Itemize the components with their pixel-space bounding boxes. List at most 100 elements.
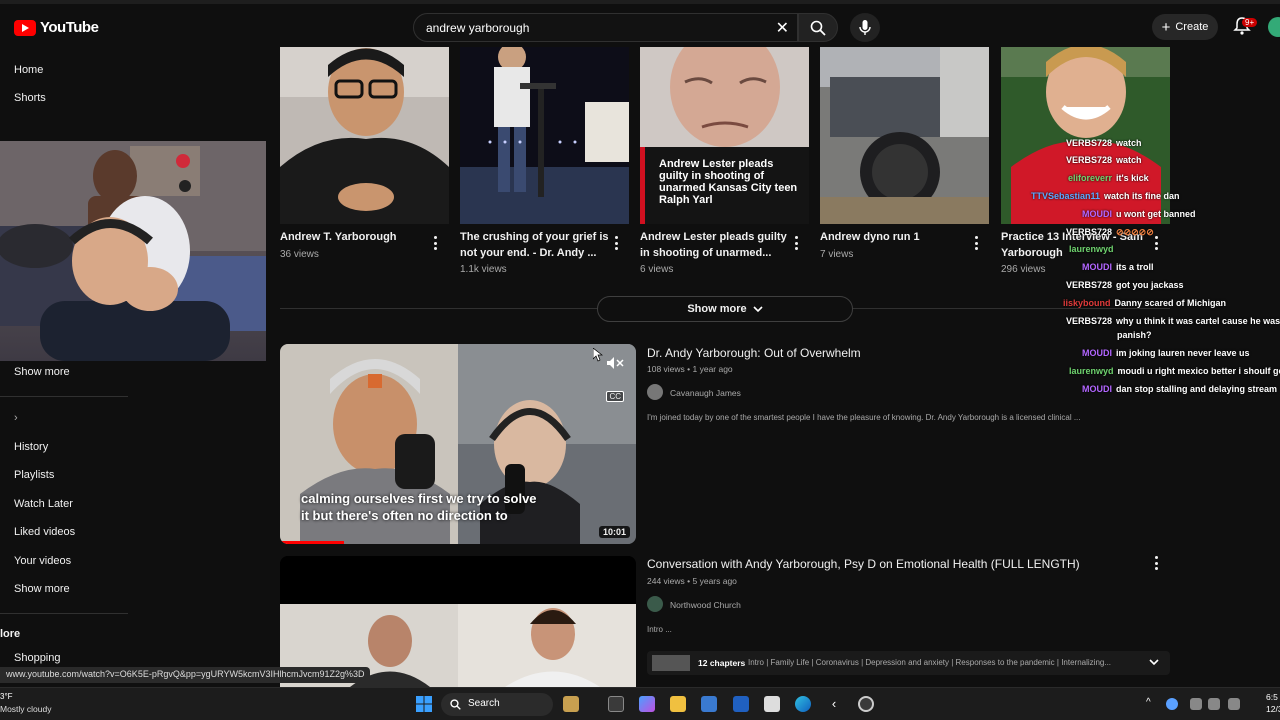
webcam-scene [0, 141, 266, 361]
sidebar-item-shorts[interactable]: Shorts [14, 92, 46, 104]
more-options-icon[interactable] [973, 236, 979, 250]
taskbar-search[interactable]: Search [441, 693, 553, 716]
clear-search-icon[interactable]: ✕ [776, 18, 789, 38]
video-title[interactable]: Conversation with Andy Yarborough, Psy D… [647, 557, 1080, 571]
sidebar-item-home[interactable]: Home [14, 64, 43, 76]
show-more-button[interactable]: Show more [597, 296, 853, 322]
search-button[interactable] [798, 13, 838, 42]
store-icon[interactable] [701, 696, 717, 712]
search-input[interactable]: andrew yarborough [426, 21, 529, 35]
video-thumbnail[interactable]: Andrew Lester pleads guilty in shooting … [640, 27, 809, 224]
chat-message: eliforeverr it's kick [1068, 173, 1149, 183]
chat-username: VERBS728 [1066, 316, 1113, 326]
chevron-up-icon[interactable]: ^ [1146, 697, 1151, 708]
volume-icon[interactable] [1228, 698, 1240, 710]
channel-avatar[interactable] [647, 596, 663, 612]
chat-message: MOUDI im joking lauren never leave us [1082, 348, 1250, 358]
thumbnail-image [820, 47, 989, 224]
wifi-icon[interactable] [1208, 698, 1220, 710]
more-options-icon[interactable] [613, 236, 619, 250]
emote-icons: ⊘⊘⊘⊘⊘ [1116, 227, 1154, 237]
chat-text: watch [1116, 155, 1142, 165]
voice-search-button[interactable] [850, 13, 880, 42]
copilot-icon[interactable] [639, 696, 655, 712]
sidebar-show-more-subscriptions[interactable]: Show more [14, 366, 70, 378]
outlook-icon[interactable] [733, 696, 749, 712]
search-icon [450, 699, 461, 710]
closed-captions-icon[interactable]: CC [606, 391, 624, 402]
more-options-icon[interactable] [1153, 236, 1159, 250]
chapters-bar[interactable]: 12 chapters Intro | Family Life | Corona… [647, 651, 1170, 675]
video-title-line2[interactable]: in shooting of unarmed... [640, 246, 771, 261]
channel-name[interactable]: Cavanaugh James [670, 388, 741, 398]
channel-name[interactable]: Northwood Church [670, 600, 741, 610]
thumbnail-image [280, 47, 449, 224]
weather-temp[interactable]: 3°F [0, 692, 13, 701]
back-icon[interactable]: ‹ [826, 696, 842, 712]
avatar[interactable] [1268, 17, 1280, 37]
sidebar-item-playlists[interactable]: Playlists [14, 469, 54, 481]
masthead: YouTube andrew yarborough ✕ + Create 9+ [0, 0, 1280, 54]
more-options-icon[interactable] [432, 236, 438, 250]
sidebar-item-shopping[interactable]: Shopping [14, 652, 61, 664]
chrome-icon[interactable] [858, 696, 874, 712]
chat-username: TTVSebastian11 [1031, 191, 1101, 201]
task-view-icon[interactable] [608, 696, 624, 712]
sidebar-item-your-videos[interactable]: Your videos [14, 555, 71, 567]
chat-text: im joking lauren never leave us [1116, 348, 1250, 358]
video-title[interactable]: The crushing of your grief is [460, 230, 609, 245]
windows-start-icon[interactable] [416, 696, 432, 712]
thumbnail-image [460, 43, 629, 224]
chat-text: watch its fine dan [1104, 191, 1180, 201]
video-title[interactable]: Dr. Andy Yarborough: Out of Overwhelm [647, 346, 861, 360]
onedrive-icon[interactable] [1166, 698, 1178, 710]
edge-icon[interactable] [795, 696, 811, 712]
video-title-line2[interactable]: not your end. - Dr. Andy ... [460, 246, 597, 261]
youtube-logo[interactable]: YouTube [14, 19, 99, 36]
search-box[interactable]: andrew yarborough ✕ [413, 13, 798, 42]
clock-time[interactable]: 6:5 [1266, 692, 1278, 702]
video-meta: 296 views [1001, 264, 1046, 275]
chat-message: VERBS728 watch [1066, 155, 1142, 165]
chat-text: why u think it was cartel cause he was [1116, 316, 1280, 326]
create-button[interactable]: + Create [1152, 14, 1218, 40]
create-label: Create [1175, 21, 1209, 33]
chat-message-continued: panish? [1117, 330, 1152, 340]
sidebar-item-watch-later[interactable]: Watch Later [14, 498, 73, 510]
more-options-icon[interactable] [1153, 556, 1159, 570]
widgets-icon[interactable] [563, 696, 579, 712]
video-thumbnail[interactable] [280, 47, 449, 224]
file-explorer-icon[interactable] [670, 696, 686, 712]
video-thumbnail-large[interactable]: calming ourselves first we try to solve … [280, 344, 636, 544]
chat-username: iiskybound [1063, 298, 1111, 308]
video-title[interactable]: Andrew dyno run 1 [820, 230, 920, 245]
channel-avatar[interactable] [647, 384, 663, 400]
chevron-down-icon[interactable] [1149, 659, 1159, 666]
video-meta: 6 views [640, 264, 674, 275]
chat-username: VERBS728 [1066, 155, 1113, 165]
sidebar-item-liked-videos[interactable]: Liked videos [14, 526, 75, 538]
app-icon[interactable] [764, 696, 780, 712]
plus-icon: + [1161, 18, 1171, 36]
video-title[interactable]: Andrew Lester pleads guilty [640, 230, 787, 245]
mute-icon[interactable] [606, 356, 624, 370]
video-thumbnail[interactable] [820, 47, 989, 224]
more-options-icon[interactable] [793, 236, 799, 250]
video-thumbnail[interactable] [460, 43, 629, 224]
chapters-list: Intro | Family Life | Coronavirus | Depr… [748, 658, 1112, 667]
caption-overlay: calming ourselves first we try to solve … [301, 490, 537, 524]
video-title-line2[interactable]: Yarborough [1001, 246, 1063, 261]
notification-badge: 9+ [1242, 18, 1258, 27]
chat-text: moudi u right mexico better i shoulf go [1117, 366, 1280, 376]
chat-username: MOUDI [1082, 209, 1112, 219]
chevron-right-icon[interactable]: › [14, 412, 18, 424]
duration-badge: 10:01 [598, 526, 630, 538]
clock-date[interactable]: 12/30/ [1266, 704, 1280, 714]
weather-text[interactable]: Mostly cloudy [0, 704, 52, 714]
sidebar-show-more-you[interactable]: Show more [14, 583, 70, 595]
chat-message: iiskybound Danny scared of Michigan [1063, 298, 1226, 308]
video-meta: 7 views [820, 249, 854, 260]
network-icon[interactable] [1190, 698, 1202, 710]
sidebar-item-history[interactable]: History [14, 441, 48, 453]
video-title[interactable]: Andrew T. Yarborough [280, 230, 397, 245]
